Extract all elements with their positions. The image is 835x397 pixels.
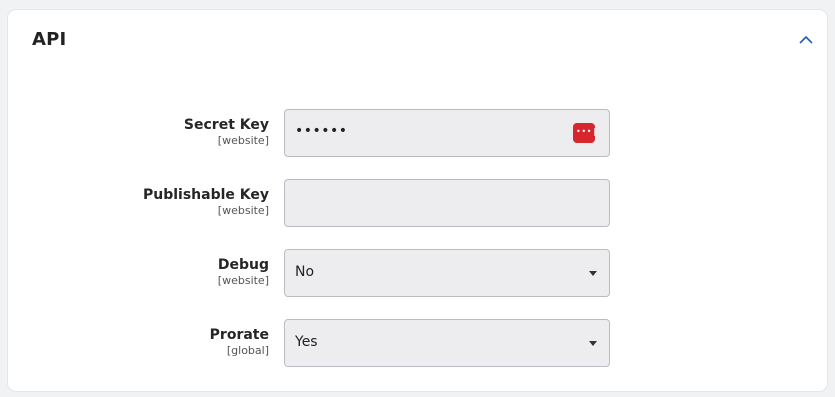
secret-key-scope: [website] <box>217 134 269 147</box>
password-manager-icon[interactable]: •••| <box>573 123 597 143</box>
prorate-selected-value: Yes <box>295 334 318 350</box>
publishable-key-field[interactable] <box>284 179 610 227</box>
api-section-panel: API Secret Key [website] •••••• •••| Pub… <box>8 10 827 391</box>
publishable-key-row: Publishable Key [website] <box>8 179 827 227</box>
prorate-row: Prorate [global] Yes <box>8 319 827 367</box>
publishable-key-label: Publishable Key <box>142 187 269 203</box>
chevron-up-icon[interactable] <box>797 32 815 48</box>
secret-key-value: •••••• <box>295 123 348 139</box>
debug-scope: [website] <box>217 274 269 287</box>
caret-down-icon <box>589 341 597 346</box>
secret-key-label-group: Secret Key [website] <box>9 116 269 148</box>
prorate-scope: [global] <box>226 344 269 357</box>
debug-label: Debug <box>217 257 269 273</box>
secret-key-field[interactable]: •••••• •••| <box>284 109 610 157</box>
debug-selected-value: No <box>295 264 315 280</box>
secret-key-row: Secret Key [website] •••••• •••| <box>8 109 827 157</box>
publishable-key-label-group: Publishable Key [website] <box>9 186 269 218</box>
debug-select[interactable]: No <box>284 249 610 297</box>
caret-down-icon <box>589 271 597 276</box>
prorate-label-group: Prorate [global] <box>9 326 269 358</box>
publishable-key-scope: [website] <box>217 204 269 217</box>
prorate-label: Prorate <box>209 327 269 343</box>
debug-row: Debug [website] No <box>8 249 827 297</box>
debug-label-group: Debug [website] <box>9 256 269 288</box>
secret-key-label: Secret Key <box>183 117 269 133</box>
section-title: API <box>32 29 67 50</box>
prorate-select[interactable]: Yes <box>284 319 610 367</box>
